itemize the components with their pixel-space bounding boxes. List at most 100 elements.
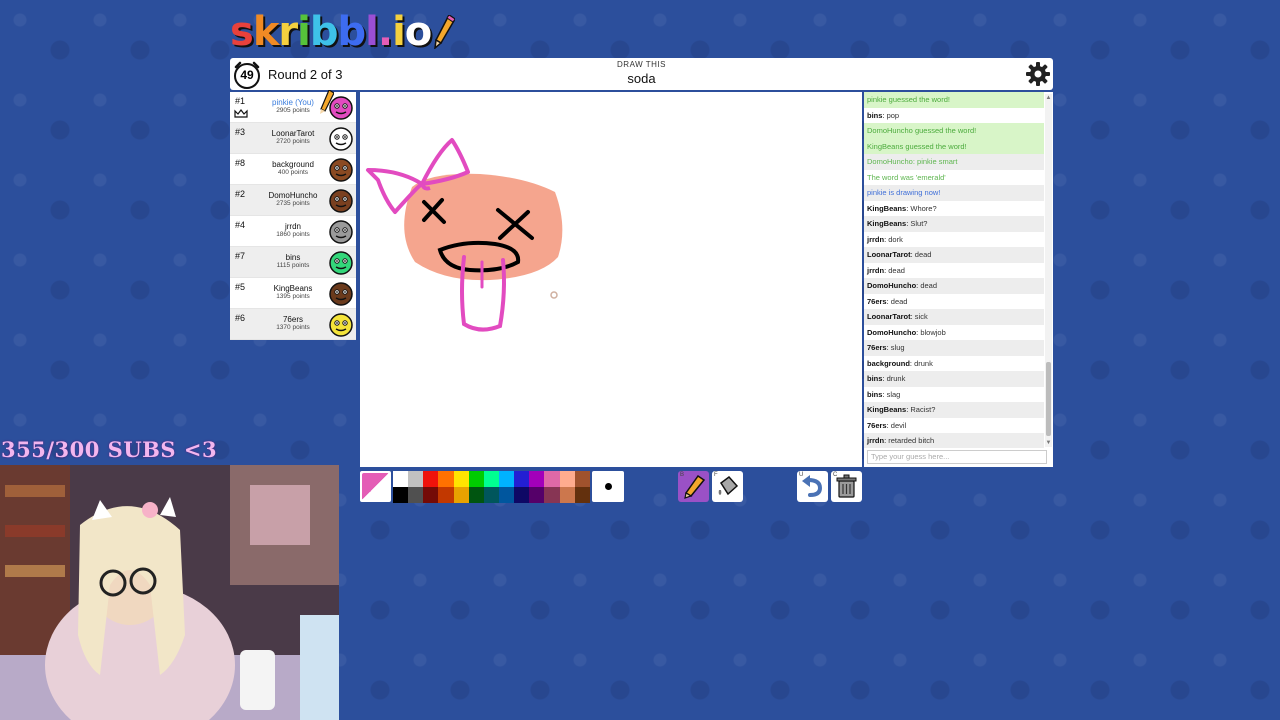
color-swatch[interactable] bbox=[529, 487, 545, 503]
chat-message: jrrdn: retarded bitch bbox=[864, 433, 1044, 448]
fill-tool-button[interactable]: F bbox=[712, 471, 743, 502]
scroll-down-icon[interactable]: ▼ bbox=[1045, 439, 1052, 447]
scroll-up-icon[interactable]: ▲ bbox=[1045, 94, 1052, 102]
chat-username: bins bbox=[867, 110, 883, 120]
current-color bbox=[360, 471, 391, 502]
color-swatch[interactable] bbox=[438, 487, 454, 503]
player-name: LoonarTarot bbox=[271, 129, 315, 138]
pencil-icon bbox=[684, 474, 706, 499]
chat-text: devil bbox=[890, 420, 907, 430]
color-swatch[interactable] bbox=[423, 487, 439, 503]
settings-gear-icon[interactable] bbox=[1025, 61, 1051, 87]
chat-system-text: DomoHuncho guessed the word! bbox=[867, 126, 977, 135]
logo-letter: k bbox=[252, 9, 280, 55]
color-swatch[interactable] bbox=[468, 487, 484, 503]
color-swatch[interactable] bbox=[393, 487, 409, 503]
player-rank: #1 bbox=[235, 96, 246, 106]
chat-message: LoonarTarot: sick bbox=[864, 309, 1044, 325]
chat-username: 76ers bbox=[867, 296, 887, 306]
color-swatch[interactable] bbox=[544, 471, 560, 487]
drawing-canvas[interactable] bbox=[360, 92, 862, 467]
chat-text: pop bbox=[886, 110, 900, 120]
webcam-image bbox=[0, 465, 339, 720]
player-row[interactable]: #1 pinkie (You) 2905 points bbox=[230, 90, 356, 123]
player-list: #1 pinkie (You) 2905 points #3 LoonarTarot 27… bbox=[230, 90, 356, 340]
chat-text: dork bbox=[888, 234, 903, 244]
player-row[interactable]: #7 bins 1115 points bbox=[230, 247, 356, 278]
player-name: background bbox=[272, 160, 314, 169]
chat-message: KingBeans: Racist? bbox=[864, 402, 1044, 418]
color-swatch[interactable] bbox=[453, 471, 469, 487]
clear-button[interactable]: C bbox=[831, 471, 862, 502]
undo-arrow-icon bbox=[802, 475, 823, 497]
player-name: DomoHuncho bbox=[268, 191, 318, 200]
logo-letter: s bbox=[230, 9, 254, 55]
skribbl-logo: skribbl.io bbox=[230, 8, 456, 56]
chat-messages: pinkie guessed the word! bins: pop DomoHun… bbox=[864, 92, 1044, 448]
chat-text: slug bbox=[890, 343, 905, 352]
color-swatch[interactable] bbox=[408, 471, 424, 487]
fill-bucket-icon bbox=[718, 475, 739, 496]
color-swatch[interactable] bbox=[453, 487, 469, 503]
chat-username: LoonarTarot bbox=[867, 312, 911, 321]
player-row[interactable]: #6 76ers 1370 points bbox=[230, 309, 356, 340]
guess-input[interactable]: Type your guess here... bbox=[867, 450, 1047, 464]
player-rank: #2 bbox=[235, 189, 246, 199]
color-swatch[interactable] bbox=[544, 487, 560, 503]
chat-username: KingBeans bbox=[867, 219, 907, 228]
undo-button[interactable]: U bbox=[797, 471, 828, 502]
chat-username: jrrdn bbox=[867, 265, 885, 275]
chat-text: Racist? bbox=[910, 405, 936, 414]
chat-message: KingBeans: Whore? bbox=[864, 201, 1044, 217]
chat-system-text: KingBeans guessed the word! bbox=[867, 141, 967, 151]
player-row[interactable]: #2 DomoHuncho 2735 points bbox=[230, 185, 356, 216]
player-avatar-icon bbox=[329, 189, 353, 213]
chat-text: sick bbox=[914, 312, 928, 321]
color-swatch[interactable] bbox=[514, 471, 530, 487]
color-swatch[interactable] bbox=[529, 471, 545, 487]
chat-message: pinkie is drawing now! bbox=[864, 185, 1044, 201]
chat-text: dead bbox=[888, 265, 905, 275]
chat-scroll-thumb[interactable] bbox=[1046, 362, 1051, 436]
player-row[interactable]: #8 background 400 points bbox=[230, 154, 356, 185]
chat-username: jrrdn bbox=[867, 436, 885, 445]
color-swatch[interactable] bbox=[498, 471, 515, 487]
brush-size-button[interactable] bbox=[592, 471, 624, 502]
brush-cursor bbox=[550, 291, 558, 299]
chat-message: DomoHuncho: blowjob bbox=[864, 325, 1044, 341]
color-swatch[interactable] bbox=[574, 487, 590, 503]
color-swatch[interactable] bbox=[559, 487, 575, 503]
color-swatch[interactable] bbox=[574, 471, 590, 487]
color-swatch[interactable] bbox=[423, 471, 439, 487]
draw-this-label: DRAW THIS bbox=[617, 60, 666, 69]
chat-panel: pinkie guessed the word! bins: pop DomoHun… bbox=[864, 92, 1053, 467]
chat-system-text: DomoHuncho: pinkie smart bbox=[867, 157, 958, 166]
player-name: KingBeans bbox=[273, 284, 313, 293]
player-rank: #6 bbox=[235, 313, 246, 323]
color-swatch[interactable] bbox=[408, 487, 424, 503]
chat-username: 76ers bbox=[867, 420, 887, 430]
logo-letter: l bbox=[365, 9, 379, 55]
color-swatch[interactable] bbox=[483, 471, 499, 487]
chat-message: bins: pop bbox=[864, 108, 1044, 124]
player-name: pinkie (You) bbox=[272, 98, 314, 107]
color-swatch[interactable] bbox=[498, 487, 515, 503]
color-swatch[interactable] bbox=[393, 471, 409, 487]
color-swatch[interactable] bbox=[483, 487, 499, 503]
color-swatch[interactable] bbox=[514, 487, 530, 503]
chat-message: background: drunk bbox=[864, 356, 1044, 372]
brush-size-dot bbox=[604, 483, 612, 490]
chat-scrollbar[interactable]: ▲ ▼ bbox=[1045, 94, 1052, 447]
player-points: 1395 points bbox=[276, 293, 310, 300]
player-row[interactable]: #4 jrrdn 1860 points bbox=[230, 216, 356, 247]
color-swatch[interactable] bbox=[468, 471, 484, 487]
player-points: 2720 points bbox=[276, 138, 310, 145]
player-row[interactable]: #5 KingBeans 1395 points bbox=[230, 278, 356, 309]
color-swatch[interactable] bbox=[559, 471, 575, 487]
pen-tool-button[interactable]: B bbox=[678, 471, 709, 502]
chat-username: DomoHuncho bbox=[867, 281, 917, 290]
color-swatch[interactable] bbox=[438, 471, 454, 487]
player-row[interactable]: #3 LoonarTarot 2720 points bbox=[230, 123, 356, 154]
drawing-pencil-icon bbox=[320, 90, 334, 114]
chat-text: dead bbox=[914, 250, 932, 259]
